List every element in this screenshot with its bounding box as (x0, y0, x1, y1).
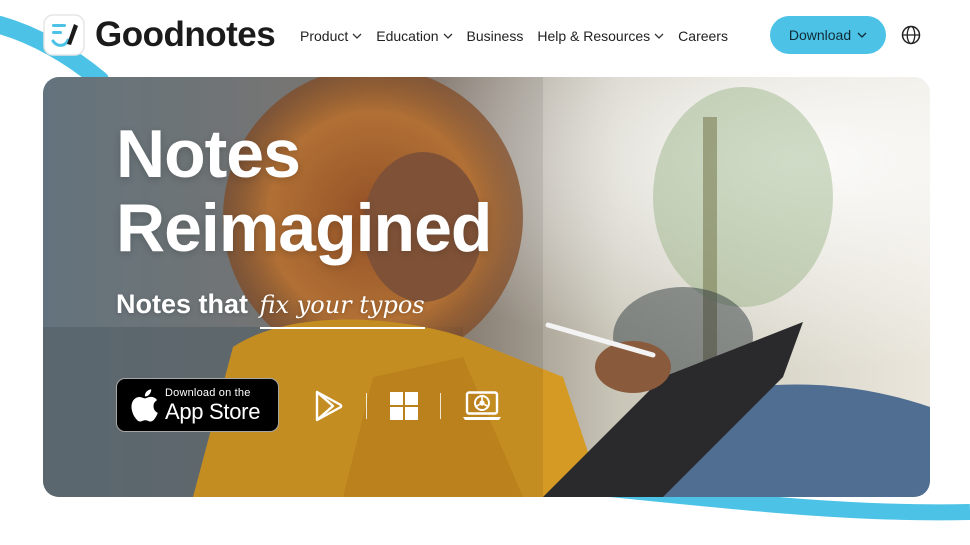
chevron-down-icon (857, 32, 867, 38)
apple-icon (131, 389, 158, 422)
chevron-down-icon (443, 33, 453, 39)
hero-banner: Notes Reimagined Notes that fix your typ… (43, 77, 930, 497)
nav-item-business[interactable]: Business (467, 28, 524, 44)
underline-decoration (259, 327, 425, 329)
hero-subheadline-script: fix your typos (259, 291, 425, 329)
nav-item-product[interactable]: Product (300, 28, 362, 44)
hero-subheadline: Notes that fix your typos (116, 289, 425, 329)
download-button-label: Download (788, 27, 852, 43)
app-store-badge-big-text: App Store (165, 398, 261, 424)
download-button[interactable]: Download (770, 16, 886, 54)
top-navigation: Goodnotes Product Education Business Hel… (0, 0, 970, 72)
brand-name: Goodnotes (95, 15, 276, 54)
nav-item-label: Product (300, 28, 349, 44)
app-store-badge-small-text: Download on the (165, 386, 251, 399)
app-store-badge[interactable]: Download on the App Store (116, 378, 279, 432)
nav-item-careers[interactable]: Careers (678, 28, 728, 44)
nav-item-label: Business (466, 28, 524, 44)
goodnotes-logo-icon (43, 14, 85, 56)
hero-subheadline-prefix: Notes that (116, 289, 249, 319)
web-browser-icon[interactable] (463, 391, 501, 421)
hero-headline: Notes Reimagined (116, 116, 492, 266)
globe-icon[interactable] (900, 24, 922, 46)
divider (440, 393, 441, 419)
nav-item-help-resources[interactable]: Help & Resources (537, 28, 664, 44)
hero-headline-line-1: Notes (116, 116, 301, 192)
hero-headline-line-2: Reimagined (116, 190, 492, 266)
chevron-down-icon (352, 33, 362, 39)
nav-item-label: Education (376, 28, 439, 44)
nav-item-label: Careers (678, 28, 728, 44)
nav-item-label: Help & Resources (537, 28, 651, 44)
main-menu: Product Education Business Help & Resour… (300, 24, 742, 48)
windows-icon[interactable] (390, 392, 418, 420)
nav-item-education[interactable]: Education (376, 28, 452, 44)
google-play-icon[interactable] (315, 390, 345, 422)
divider (366, 393, 367, 419)
goodnotes-logo[interactable]: Goodnotes (43, 14, 276, 56)
chevron-down-icon (654, 33, 664, 39)
hero-subheadline-script-text: fix your typos (259, 291, 425, 319)
